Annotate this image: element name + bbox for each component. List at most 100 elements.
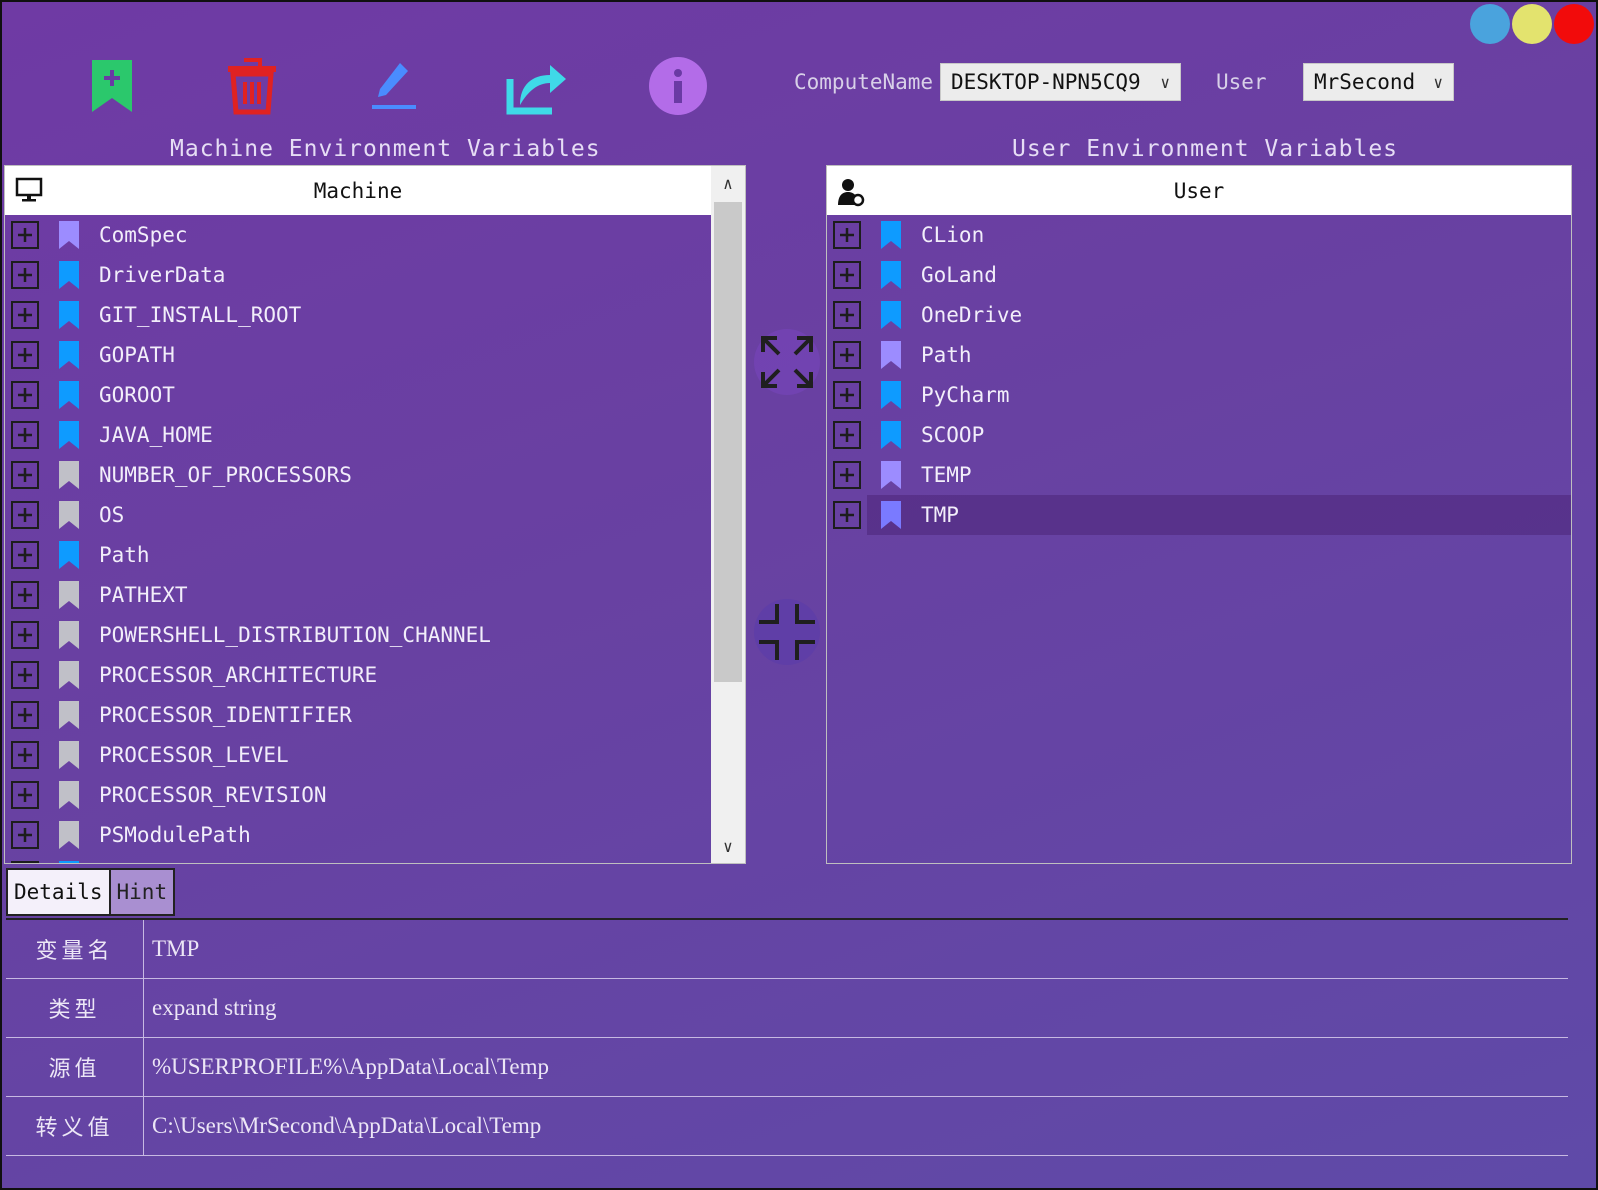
list-item[interactable]: NUMBER_OF_PROCESSORS: [5, 455, 711, 495]
expand-plus-icon[interactable]: [11, 461, 39, 489]
variable-name: Path: [99, 543, 150, 567]
detail-row-name: 变量名 TMP: [6, 920, 1568, 979]
detail-tabs: Details Hint: [6, 868, 176, 918]
expand-plus-icon[interactable]: [11, 381, 39, 409]
list-item[interactable]: OS: [5, 495, 711, 535]
user-column-header[interactable]: User: [827, 166, 1571, 215]
machine-header-label: Machine: [313, 178, 403, 203]
machine-scrollbar[interactable]: ∧ ∨: [711, 166, 745, 863]
machine-column-header[interactable]: Machine: [5, 166, 711, 215]
list-item[interactable]: CLion: [827, 215, 1571, 255]
scrollbar-thumb[interactable]: [714, 202, 742, 682]
list-item[interactable]: PROCESSOR_IDENTIFIER: [5, 695, 711, 735]
close-button[interactable]: [1554, 4, 1594, 44]
variable-name: PATHEXT: [99, 583, 188, 607]
variable-name: NUMBER_OF_PROCESSORS: [99, 463, 352, 487]
list-item[interactable]: SCOOP: [827, 415, 1571, 455]
info-button[interactable]: [638, 46, 718, 126]
bookmark-icon: [881, 421, 901, 449]
variable-name: TEMP: [921, 463, 972, 487]
expand-plus-icon[interactable]: [11, 341, 39, 369]
user-variable-list: CLion GoLand OneDrive Path PyCharm SCOOP TEMP T…: [827, 215, 1571, 863]
list-item[interactable]: POWERSHELL_DISTRIBUTION_CHANNEL: [5, 615, 711, 655]
list-item[interactable]: SCOOP_GLOBAL: [5, 855, 711, 863]
expand-plus-icon[interactable]: [11, 661, 39, 689]
expand-plus-icon[interactable]: [833, 261, 861, 289]
list-item[interactable]: GoLand: [827, 255, 1571, 295]
expand-plus-icon[interactable]: [833, 501, 861, 529]
bookmark-icon: [881, 261, 901, 289]
expand-plus-icon[interactable]: [11, 861, 39, 863]
list-item[interactable]: GOROOT: [5, 375, 711, 415]
expand-plus-icon[interactable]: [11, 301, 39, 329]
machine-variable-list: ComSpec DriverData GIT_INSTALL_ROOT GOPATH G…: [5, 215, 711, 863]
export-button[interactable]: [496, 46, 576, 126]
expand-all-button[interactable]: [754, 329, 820, 395]
bookmark-icon: [59, 741, 79, 769]
bookmark-icon: [59, 581, 79, 609]
add-bookmark-button[interactable]: [72, 46, 152, 126]
variable-name: PyCharm: [921, 383, 1010, 407]
expand-plus-icon[interactable]: [11, 821, 39, 849]
detail-value[interactable]: C:\Users\MrSecond\AppData\Local\Temp: [144, 1097, 1568, 1155]
list-item[interactable]: JAVA_HOME: [5, 415, 711, 455]
list-item[interactable]: PROCESSOR_LEVEL: [5, 735, 711, 775]
variable-name: JAVA_HOME: [99, 423, 213, 447]
list-item[interactable]: GIT_INSTALL_ROOT: [5, 295, 711, 335]
list-item[interactable]: PyCharm: [827, 375, 1571, 415]
maximize-button[interactable]: [1512, 4, 1552, 44]
variable-name: GOPATH: [99, 343, 175, 367]
list-item[interactable]: PSModulePath: [5, 815, 711, 855]
list-item[interactable]: PROCESSOR_REVISION: [5, 775, 711, 815]
compute-name-select[interactable]: DESKTOP-NPN5CQ9 ∨: [940, 63, 1181, 101]
expand-plus-icon[interactable]: [833, 341, 861, 369]
expand-plus-icon[interactable]: [11, 421, 39, 449]
list-item[interactable]: Path: [5, 535, 711, 575]
expand-plus-icon[interactable]: [11, 261, 39, 289]
tab-details[interactable]: Details: [6, 868, 111, 916]
edit-button[interactable]: [354, 46, 434, 126]
list-item[interactable]: PROCESSOR_ARCHITECTURE: [5, 655, 711, 695]
detail-value[interactable]: expand string: [144, 979, 1568, 1037]
expand-plus-icon[interactable]: [833, 421, 861, 449]
monitor-icon: [15, 177, 43, 208]
expand-plus-icon[interactable]: [11, 581, 39, 609]
list-item[interactable]: DriverData: [5, 255, 711, 295]
collapse-all-button[interactable]: [754, 599, 820, 665]
delete-button[interactable]: [212, 46, 292, 126]
list-item[interactable]: ComSpec: [5, 215, 711, 255]
detail-value[interactable]: %USERPROFILE%\AppData\Local\Temp: [144, 1038, 1568, 1096]
user-section-title: User Environment Variables: [1012, 136, 1399, 162]
expand-plus-icon[interactable]: [11, 741, 39, 769]
scroll-down-icon[interactable]: ∨: [711, 829, 745, 863]
expand-plus-icon[interactable]: [11, 701, 39, 729]
list-item[interactable]: Path: [827, 335, 1571, 375]
expand-plus-icon[interactable]: [11, 621, 39, 649]
detail-key: 源值: [6, 1038, 144, 1096]
expand-plus-icon[interactable]: [11, 541, 39, 569]
expand-plus-icon[interactable]: [11, 781, 39, 809]
expand-plus-icon[interactable]: [11, 501, 39, 529]
list-item[interactable]: TEMP: [827, 455, 1571, 495]
user-header-label: User: [1173, 178, 1225, 203]
variable-name: TMP: [921, 503, 959, 527]
list-item[interactable]: PATHEXT: [5, 575, 711, 615]
variable-name: GOROOT: [99, 383, 175, 407]
expand-plus-icon[interactable]: [11, 221, 39, 249]
scroll-up-icon[interactable]: ∧: [711, 166, 745, 200]
list-item[interactable]: OneDrive: [827, 295, 1571, 335]
user-select[interactable]: MrSecond ∨: [1303, 63, 1454, 101]
list-item[interactable]: TMP: [827, 495, 1571, 535]
expand-plus-icon[interactable]: [833, 301, 861, 329]
user-variables-panel: User CLion GoLand OneDrive Path PyCharm SCOOP…: [826, 165, 1572, 864]
detail-value[interactable]: TMP: [144, 920, 1568, 978]
edit-pen-icon: [372, 63, 416, 109]
list-item[interactable]: GOPATH: [5, 335, 711, 375]
expand-plus-icon[interactable]: [833, 461, 861, 489]
expand-plus-icon[interactable]: [833, 381, 861, 409]
variable-name: SCOOP: [921, 423, 985, 447]
expand-plus-icon[interactable]: [833, 221, 861, 249]
tab-hint[interactable]: Hint: [110, 868, 176, 916]
details-table: 变量名 TMP 类型 expand string 源值 %USERPROFILE…: [6, 918, 1568, 1156]
minimize-button[interactable]: [1470, 4, 1510, 44]
